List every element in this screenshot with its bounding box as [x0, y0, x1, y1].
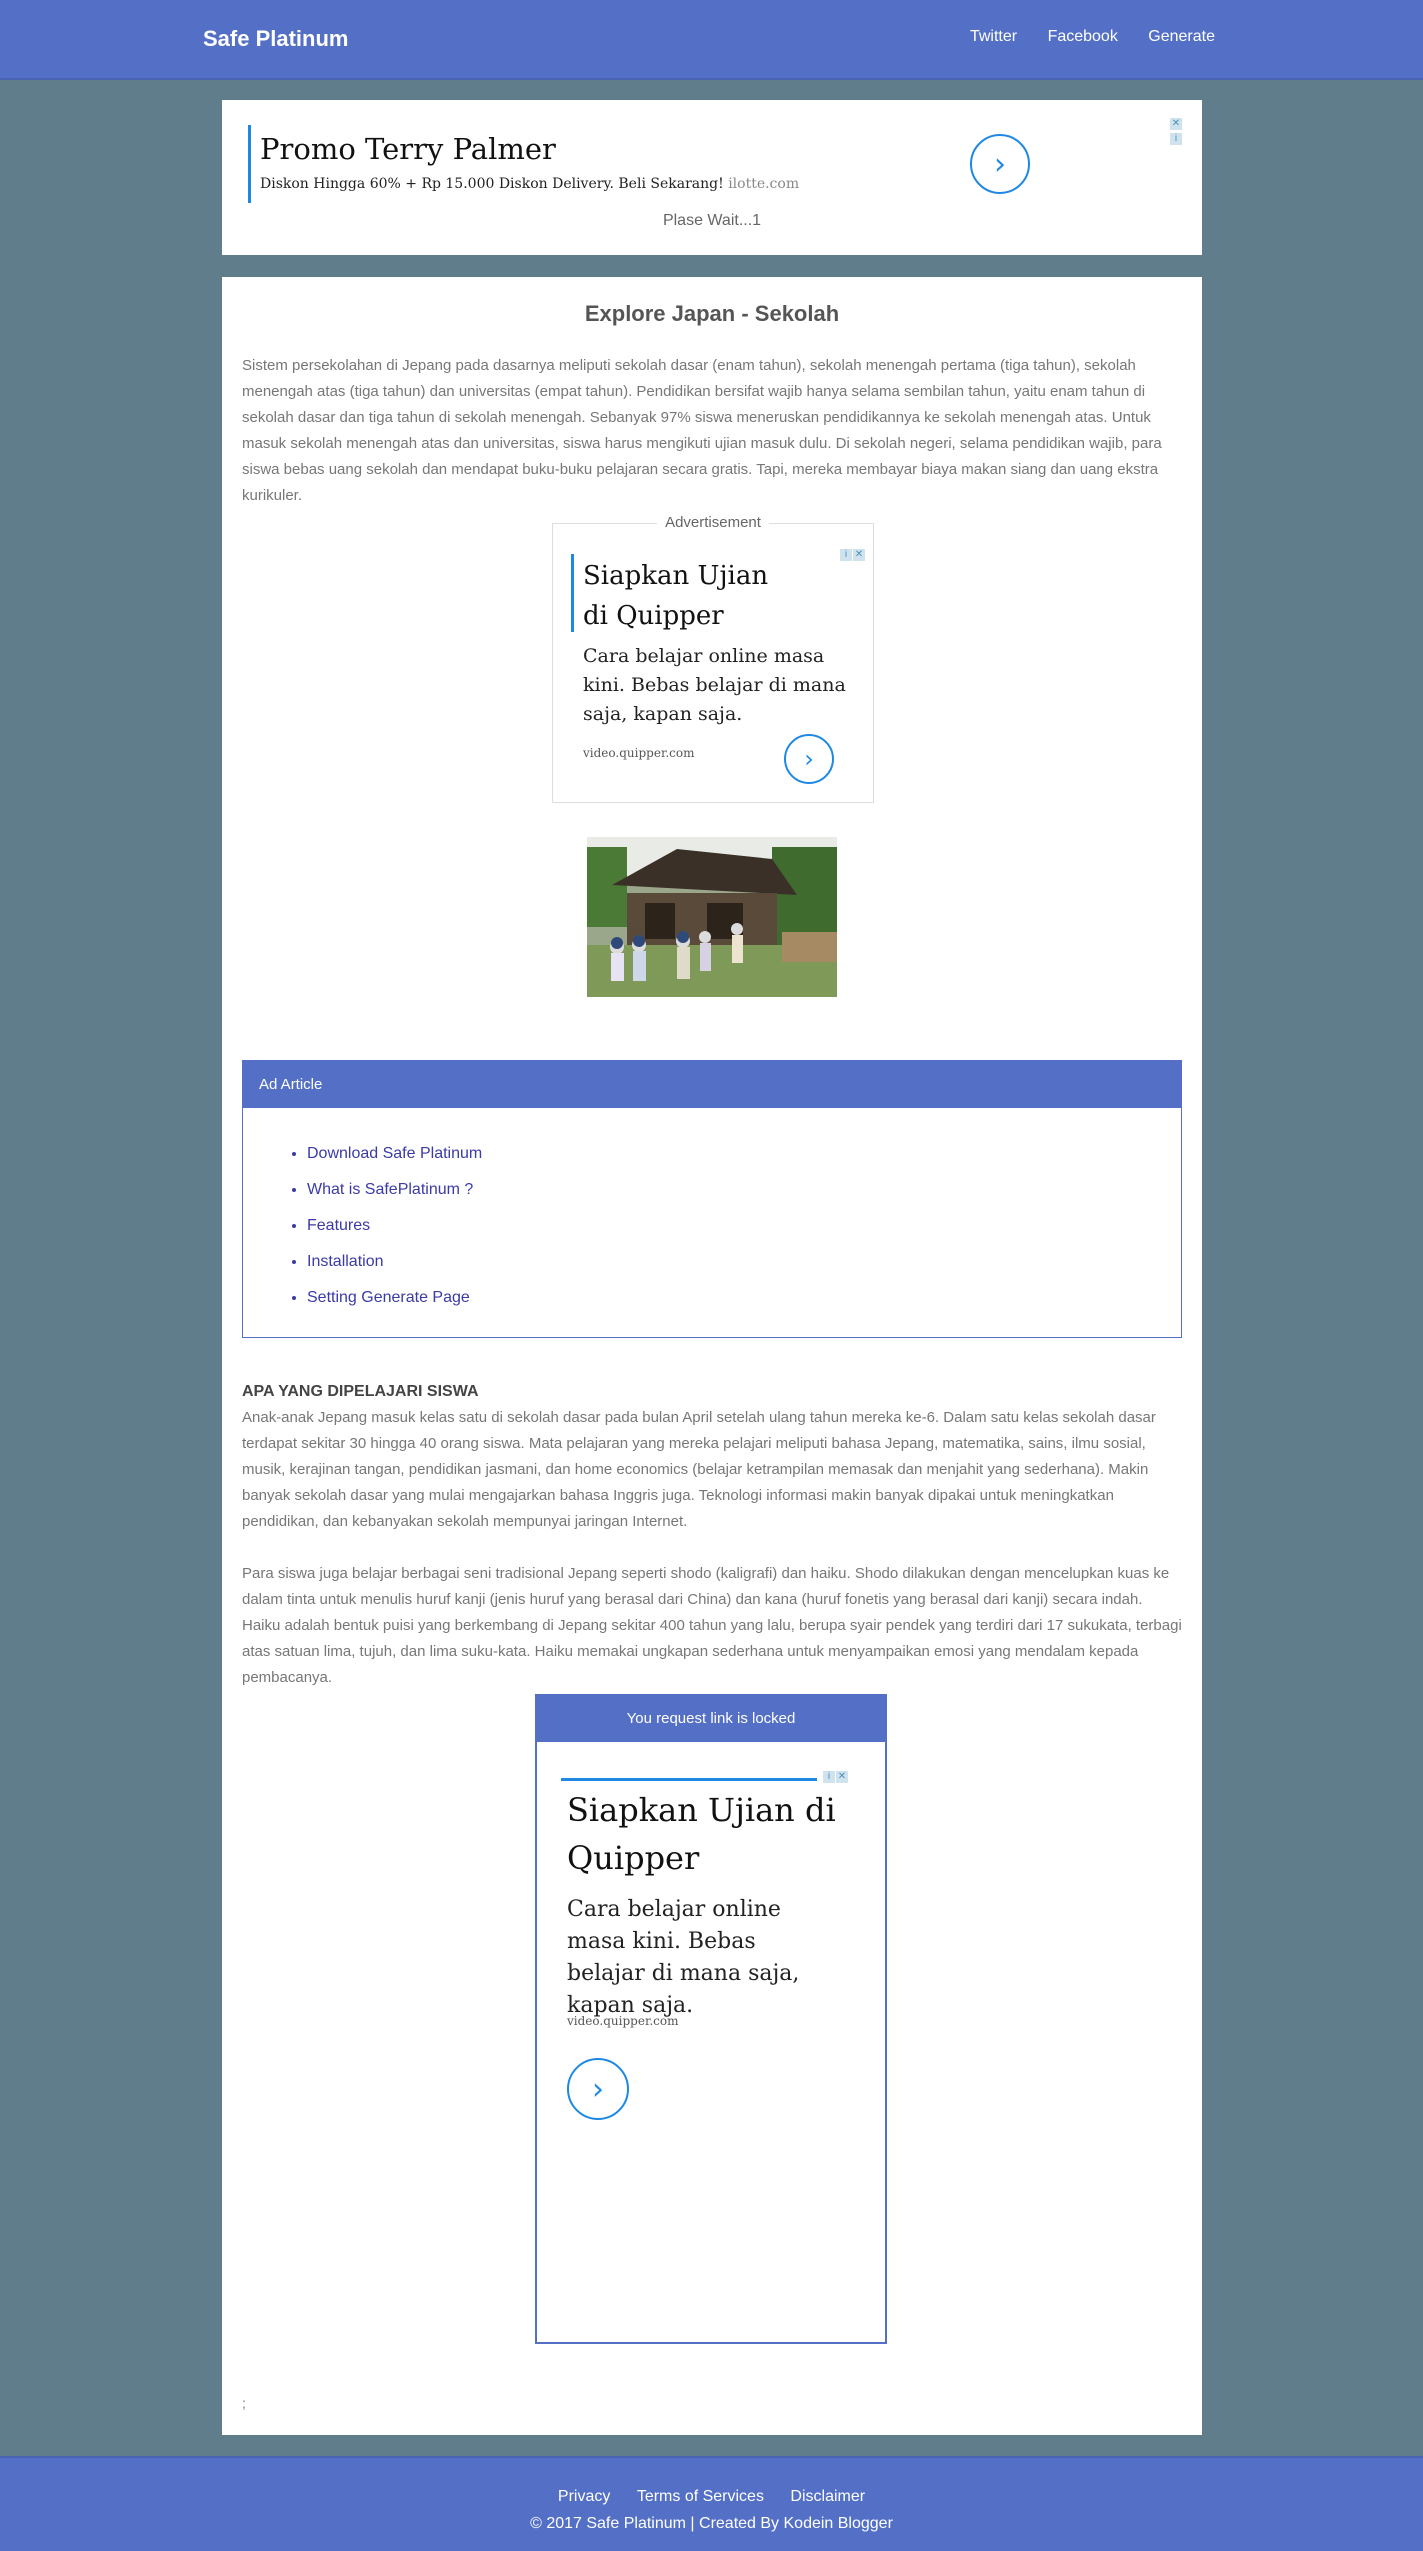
top-navbar: Safe Platinum Twitter Facebook Generate [0, 0, 1423, 80]
locked-link-box: You request link is locked i ✕ Siapkan Uj… [535, 1694, 887, 2344]
article-intro: Sistem persekolahan di Jepang pada dasar… [242, 357, 1162, 504]
square-ad-arrow-icon[interactable]: › [784, 734, 834, 784]
locked-ad-domain: video.quipper.com [567, 2014, 679, 2028]
footer-copyright: © 2017 Safe Platinum | Created By Kodein… [530, 2515, 893, 2532]
ad-choices[interactable]: i ✕ [839, 544, 865, 562]
ad-article-link-download[interactable]: Download Safe Platinum [307, 1136, 1181, 1172]
promo-title[interactable]: Promo Terry Palmer [260, 132, 556, 166]
article-paragraph-1: Anak-anak Jepang masuk kelas satu di sek… [242, 1409, 1156, 1530]
locked-ad-title[interactable]: Siapkan Ujian di Quipper [567, 1786, 837, 1882]
site-brand[interactable]: Safe Platinum [203, 26, 348, 52]
locked-ad-arrow-icon[interactable]: › [567, 2058, 629, 2120]
ad-accent-line [561, 1778, 817, 1781]
ad-accent-bar [571, 554, 574, 632]
advertisement-label: Advertisement [553, 514, 873, 532]
ad-close-icon[interactable]: ✕ [836, 1771, 848, 1783]
school-photo [587, 837, 837, 997]
promo-domain: ilotte.com [728, 176, 800, 192]
footer-links: Privacy Terms of Services Disclaimer [0, 2488, 1423, 2506]
ad-close-icon[interactable]: ✕ [853, 549, 865, 561]
section-heading: APA YANG DIPELAJARI SISWA [242, 1383, 479, 1400]
ad-article-box: Ad Article Download Safe Platinum What i… [242, 1060, 1182, 1338]
footer: Privacy Terms of Services Disclaimer © 2… [0, 2456, 1423, 2551]
nav-link-facebook[interactable]: Facebook [1048, 28, 1118, 45]
footer-link-terms[interactable]: Terms of Services [637, 2488, 764, 2505]
trailing-text: ; [242, 2395, 246, 2411]
ad-info-icon[interactable]: i [823, 1771, 835, 1783]
ad-article-link-features[interactable]: Features [307, 1208, 1181, 1244]
square-ad-title[interactable]: Siapkan Ujian di Quipper [583, 556, 783, 636]
ad-article-list: Download Safe Platinum What is SafePlati… [243, 1136, 1181, 1316]
promo-description[interactable]: Diskon Hingga 60% + Rp 15.000 Diskon Del… [260, 176, 799, 192]
ad-info-icon[interactable]: i [840, 549, 852, 561]
locked-ad-body: Cara belajar online masa kini. Bebas bel… [567, 1897, 800, 2018]
article-title: Explore Japan - Sekolah [584, 301, 840, 326]
promo-desc-text: Diskon Hingga 60% + Rp 15.000 Diskon Del… [260, 176, 724, 192]
promo-accent-bar [248, 125, 251, 203]
article-paragraph-2: Para siswa juga belajar berbagai seni tr… [242, 1565, 1182, 1686]
square-ad-body: Cara belajar online masa kini. Bebas bel… [583, 645, 846, 725]
square-ad[interactable]: Advertisement i ✕ Siapkan Ujian di Quippe… [552, 514, 874, 803]
promo-arrow-icon[interactable]: › [970, 134, 1030, 194]
ad-article-link-installation[interactable]: Installation [307, 1244, 1181, 1280]
nav-link-twitter[interactable]: Twitter [970, 28, 1017, 45]
ad-article-link-setting[interactable]: Setting Generate Page [307, 1280, 1181, 1316]
ad-article-header: Ad Article [243, 1061, 1181, 1108]
footer-link-privacy[interactable]: Privacy [558, 2488, 610, 2505]
top-ad-card: Promo Terry Palmer Diskon Hingga 60% + R… [222, 100, 1202, 255]
article-card: Explore Japan - Sekolah Sistem persekola… [222, 277, 1202, 2435]
square-ad-domain: video.quipper.com [583, 746, 695, 760]
school-photo-image [587, 837, 837, 997]
nav-link-generate[interactable]: Generate [1148, 28, 1215, 45]
ad-choices[interactable]: ✕ i [1170, 118, 1182, 146]
ad-choices[interactable]: i ✕ [822, 1766, 848, 1784]
locked-link-header: You request link is locked [537, 1696, 885, 1742]
ad-info-icon[interactable]: i [1170, 133, 1182, 145]
wait-countdown: Plase Wait...1 [662, 212, 762, 229]
ad-article-link-what-is[interactable]: What is SafePlatinum ? [307, 1172, 1181, 1208]
nav-links: Twitter Facebook Generate [944, 28, 1215, 46]
footer-link-disclaimer[interactable]: Disclaimer [790, 2488, 865, 2505]
ad-close-icon[interactable]: ✕ [1170, 118, 1182, 130]
